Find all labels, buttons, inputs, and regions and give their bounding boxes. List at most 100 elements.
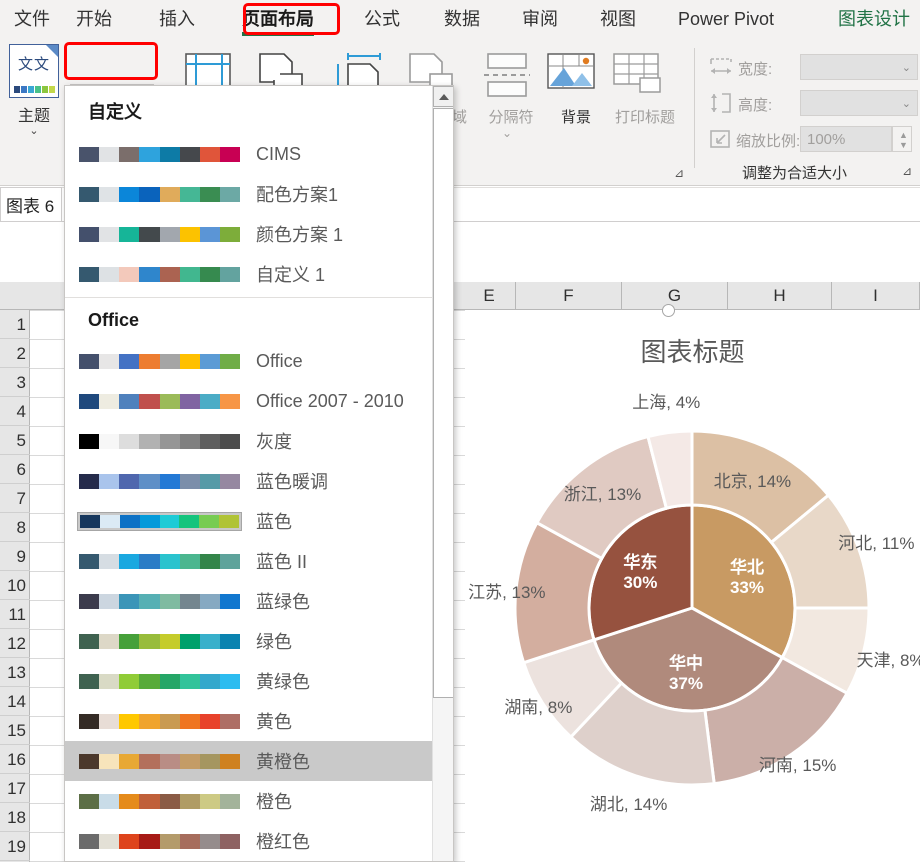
theme-color-label: 橙红色 [256,828,310,854]
theme-color-item[interactable]: 黄色 [65,701,433,741]
theme-colors-dropdown[interactable]: 自定义CIMS配色方案1颜色方案 1自定义 1OfficeOfficeOffic… [64,85,454,862]
ribbon-tab-9[interactable]: 图表设计 [824,0,920,38]
row-header-8[interactable]: 8 [0,513,30,542]
color-swatch-strip [77,832,242,851]
column-header-I[interactable]: I [832,282,920,310]
ribbon-tab-label: 图表设计 [838,9,910,29]
theme-button-label: 主题 [6,102,62,126]
row-header-12[interactable]: 12 [0,629,30,658]
sunburst-chart[interactable]: 华北33%华中37%华东30%北京, 14%河北, 11%天津, 8%河南, 1… [465,370,920,850]
dropdown-group-header: Office [65,298,433,341]
scale-stepper[interactable]: ▲ ▼ [892,126,912,152]
height-icon [708,92,734,114]
background-icon [546,52,596,98]
ribbon-tab-7[interactable]: 视图 [586,0,650,38]
scale-to-fit-group-label: 调整为合适大小 [742,162,847,183]
ribbon-tab-6[interactable]: 审阅 [508,0,572,38]
theme-color-label: 黄绿色 [256,668,310,694]
row-header-9[interactable]: 9 [0,542,30,571]
command-background-label: 背景 [561,106,591,127]
color-swatch-strip [77,225,242,244]
row-header-18[interactable]: 18 [0,803,30,832]
ribbon-tab-4[interactable]: 公式 [350,0,414,38]
row-header-2[interactable]: 2 [0,339,30,368]
command-background[interactable]: 背景 [546,52,606,126]
theme-color-item[interactable]: 配色方案1 [65,174,433,214]
color-swatch-strip [77,792,242,811]
column-header-E[interactable]: E [463,282,516,310]
theme-color-item[interactable]: 蓝色 II [65,541,433,581]
theme-color-item[interactable]: 颜色方案 1 [65,214,433,254]
theme-color-item[interactable]: 灰度 [65,421,433,461]
height-chevron-down-icon[interactable]: ⌄ [902,97,911,110]
page-setup-dialog-launcher[interactable]: ⊿ [674,166,684,180]
theme-color-item[interactable]: 橙色 [65,781,433,821]
active-tab-underline [242,32,314,36]
scale-to-fit-dialog-launcher[interactable]: ⊿ [902,164,912,178]
theme-color-item[interactable]: 蓝绿色 [65,581,433,621]
ribbon-tab-0[interactable]: 文件 [0,0,64,38]
row-header-17[interactable]: 17 [0,774,30,803]
color-swatch-strip [77,185,242,204]
color-swatch-strip [77,145,242,164]
theme-color-item[interactable]: 绿色 [65,621,433,661]
chart-title[interactable]: 图表标题 [465,332,920,369]
sunburst-outer-label: 上海, 4% [632,388,700,413]
row-header-7[interactable]: 7 [0,484,30,513]
row-header-13[interactable]: 13 [0,658,30,687]
theme-color-item[interactable]: 蓝色 [65,501,433,541]
ribbon-tab-2[interactable]: 插入 [145,0,209,38]
command-print-titles[interactable]: 打印标题 [610,52,680,126]
breaks-chevron-down-icon[interactable]: ⌄ [502,126,512,140]
column-header-G[interactable]: G [622,282,728,310]
row-header-10[interactable]: 10 [0,571,30,600]
chart-rotation-handle[interactable] [662,304,675,317]
name-box[interactable]: 图表 6 [0,187,62,222]
chart-object[interactable]: 图表标题 华北33%华中37%华东30%北京, 14%河北, 11%天津, 8%… [465,310,920,862]
command-breaks[interactable]: 分隔符 ⌄ [478,52,544,140]
color-swatch-strip [77,712,242,731]
ribbon-tab-1[interactable]: 开始 [62,0,126,38]
ribbon-tab-5[interactable]: 数据 [430,0,494,38]
theme-color-item[interactable]: 蓝色暖调 [65,461,433,501]
column-header-F[interactable]: F [516,282,622,310]
row-header-1[interactable]: 1 [0,310,30,339]
scale-icon [708,128,732,150]
scroll-up-arrow-icon[interactable] [433,86,454,107]
theme-color-label: Office [256,351,303,372]
theme-icon-glyph: 文文 [10,53,58,74]
width-field[interactable]: ⌄ [800,54,918,80]
row-header-16[interactable]: 16 [0,745,30,774]
theme-button[interactable]: 文文 主题 ⌄ [6,44,62,160]
ribbon-tab-label: 审阅 [522,9,558,29]
theme-chevron-down-icon[interactable]: ⌄ [6,126,62,136]
row-header-14[interactable]: 14 [0,687,30,716]
theme-color-item[interactable]: CIMS [65,134,433,174]
dropdown-scrollbar[interactable] [432,86,453,862]
row-header-6[interactable]: 6 [0,455,30,484]
theme-color-label: 黄色 [256,708,292,734]
height-field[interactable]: ⌄ [800,90,918,116]
theme-color-item[interactable]: Office [65,341,433,381]
ribbon-tab-label: 数据 [444,9,480,29]
scrollbar-thumb[interactable] [433,108,454,698]
width-chevron-down-icon[interactable]: ⌄ [902,61,911,74]
theme-color-label: 橙色 [256,788,292,814]
theme-color-item[interactable]: 黄绿色 [65,661,433,701]
row-header-11[interactable]: 11 [0,600,30,629]
theme-color-item[interactable]: 自定义 1 [65,254,433,294]
ribbon-tab-3[interactable]: 页面布局 [228,0,328,38]
theme-color-label: 蓝色 II [256,548,307,574]
ribbon-tab-8[interactable]: Power Pivot [664,0,788,38]
row-header-3[interactable]: 3 [0,368,30,397]
theme-color-item[interactable]: 橙红色 [65,821,433,861]
theme-color-item[interactable]: Office 2007 - 2010 [65,381,433,421]
row-header-15[interactable]: 15 [0,716,30,745]
row-header-19[interactable]: 19 [0,832,30,861]
column-header-H[interactable]: H [728,282,832,310]
ribbon-tab-label: 页面布局 [242,9,314,29]
row-header-4[interactable]: 4 [0,397,30,426]
scale-field[interactable]: 100% [800,126,892,152]
row-header-5[interactable]: 5 [0,426,30,455]
theme-color-item[interactable]: 黄橙色 [65,741,433,781]
